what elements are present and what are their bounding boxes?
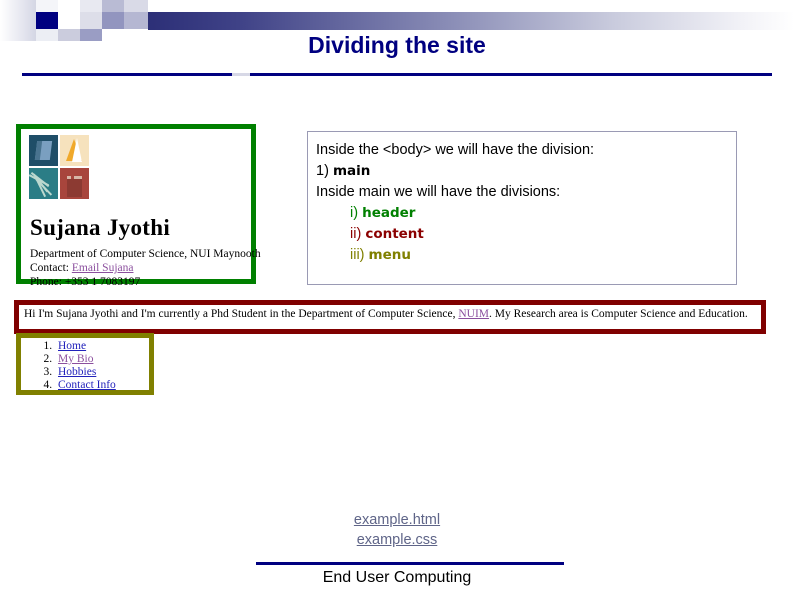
list-item[interactable]: Hobbies bbox=[55, 366, 116, 379]
mock-content-division: Hi I'm Sujana Jyothi and I'm currently a… bbox=[14, 300, 766, 334]
footer-label: End User Computing bbox=[322, 569, 472, 586]
mock-menu-link-contact-info[interactable]: Contact Info bbox=[58, 379, 116, 391]
mock-header-meta: Department of Computer Science, NUI Mayn… bbox=[30, 247, 261, 289]
crest-quadrant-book bbox=[29, 135, 58, 166]
file-links: example.html example.css bbox=[0, 510, 794, 550]
explanation-item-main-number: 1) bbox=[316, 163, 329, 179]
explanation-item-content-number: ii) bbox=[350, 226, 362, 242]
explanation-item-menu: iii) menu bbox=[316, 245, 736, 266]
explanation-item-menu-name: menu bbox=[368, 247, 411, 263]
mock-department: Department of Computer Science, NUI Mayn… bbox=[30, 248, 261, 260]
mock-site-name: Sujana Jyothi bbox=[30, 215, 171, 240]
mock-menu-link-hobbies[interactable]: Hobbies bbox=[58, 366, 96, 378]
explanation-item-header-number: i) bbox=[350, 205, 359, 221]
list-item[interactable]: My Bio bbox=[55, 353, 116, 366]
file-link-row: example.css bbox=[0, 530, 794, 550]
file-link-example-html[interactable]: example.html bbox=[354, 512, 440, 528]
mock-content-text: Hi I'm Sujana Jyothi and I'm currently a… bbox=[24, 308, 748, 320]
list-item[interactable]: Contact Info bbox=[55, 379, 116, 392]
nui-maynooth-crest-icon bbox=[29, 135, 91, 201]
explanation-item-header: i) header bbox=[316, 203, 736, 224]
mock-header-division: Sujana Jyothi Department of Computer Sci… bbox=[16, 124, 261, 288]
website-screenshot-mock: Sujana Jyothi Department of Computer Sci… bbox=[0, 0, 794, 595]
mock-contact-label: Contact: bbox=[30, 262, 69, 274]
mock-nuim-link[interactable]: NUIM bbox=[458, 308, 489, 320]
mock-phone: Phone: +353 1 7083197 bbox=[30, 276, 141, 288]
mock-content-text-before: Hi I'm Sujana Jyothi and I'm currently a… bbox=[24, 308, 456, 320]
explanation-line-1: Inside the <body> we will have the divis… bbox=[316, 142, 595, 158]
explanation-item-menu-number: iii) bbox=[350, 247, 365, 263]
explanation-item-main: 1) main bbox=[316, 161, 736, 182]
explanation-item-header-name: header bbox=[362, 205, 416, 221]
mock-menu-division: Home My Bio Hobbies Contact Info bbox=[16, 333, 154, 395]
footer-divider bbox=[256, 562, 564, 565]
crest-quadrant-star bbox=[60, 135, 89, 166]
explanation-item-content: ii) content bbox=[316, 224, 736, 245]
mock-content-text-after: . My Research area is Computer Science a… bbox=[489, 308, 748, 320]
explanation-line-2: Inside main we will have the divisions: bbox=[316, 184, 561, 200]
list-item[interactable]: Home bbox=[55, 340, 116, 353]
file-link-row: example.html bbox=[0, 510, 794, 530]
mock-menu-list: Home My Bio Hobbies Contact Info bbox=[43, 340, 116, 392]
crest-quadrant-fern bbox=[29, 168, 58, 199]
mock-menu-link-home[interactable]: Home bbox=[58, 340, 86, 352]
explanation-textbox: Inside the <body> we will have the divis… bbox=[307, 131, 737, 285]
file-link-example-css[interactable]: example.css bbox=[357, 532, 438, 548]
explanation-item-main-name: main bbox=[332, 163, 371, 179]
mock-contact-line: Contact: Email Sujana bbox=[30, 261, 261, 275]
mock-email-link[interactable]: Email Sujana bbox=[72, 262, 134, 274]
explanation-item-content-name: content bbox=[365, 226, 424, 242]
crest-quadrant-castle bbox=[60, 168, 89, 199]
mock-menu-link-my-bio[interactable]: My Bio bbox=[58, 353, 93, 365]
